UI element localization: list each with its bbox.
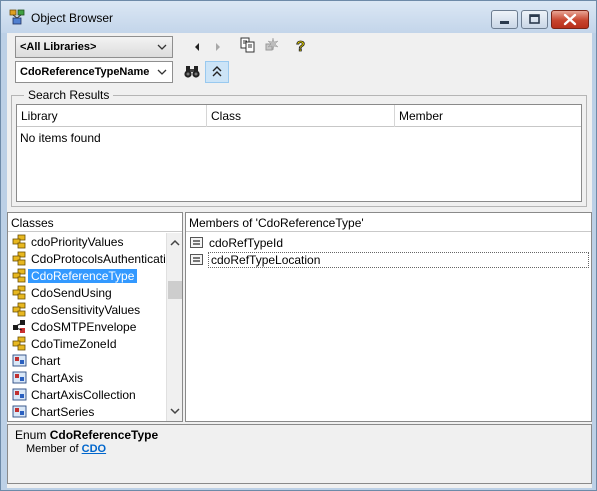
library-dropdown[interactable]: <All Libraries> (15, 36, 173, 58)
class-item-label: ChartAxisCollection (31, 388, 136, 402)
class-item[interactable]: CdoSMTPEnvelope (8, 318, 166, 335)
class-item[interactable]: CdoTimeZoneId (8, 335, 166, 352)
class-icon (12, 371, 27, 384)
enum-icon (12, 336, 26, 351)
maximize-button[interactable] (521, 10, 548, 29)
constant-icon (190, 237, 203, 248)
chevron-down-icon (157, 44, 167, 50)
class-item-label: CdoProtocolsAuthentication (31, 252, 166, 266)
class-item-label: CdoSendUsing (31, 286, 112, 300)
details-pane: Enum CdoReferenceType Member of CDO (7, 424, 592, 484)
column-header-member[interactable]: Member (395, 105, 581, 127)
column-header-library[interactable]: Library (17, 105, 207, 127)
maximize-icon (529, 14, 540, 24)
member-item-focused[interactable]: cdoRefTypeLocation (190, 251, 589, 268)
details-title: Enum CdoReferenceType (15, 428, 158, 442)
class-item-label: ChartAxis (31, 371, 84, 385)
class-item-label: Chart (31, 354, 61, 368)
constant-icon (190, 254, 203, 265)
class-item[interactable]: ChartAxis (8, 369, 166, 386)
enum-icon (12, 268, 26, 283)
minimize-icon (500, 21, 509, 24)
details-member-of-prefix: Member of (26, 443, 79, 455)
class-item-label: cdoSensitivityValues (31, 303, 141, 317)
enum-icon (12, 302, 26, 317)
search-results-group: Search Results Library Class Member No i… (11, 88, 587, 207)
scrollbar-thumb[interactable] (168, 281, 182, 299)
minimize-button[interactable] (491, 10, 518, 29)
details-name: CdoReferenceType (49, 428, 159, 442)
class-item[interactable]: CdoSendUsing (8, 284, 166, 301)
object-browser-window: Object Browser <All Libraries> ? CdoRefe… (0, 0, 597, 491)
details-kind: Enum (15, 428, 47, 442)
member-item[interactable]: cdoRefTypeId (190, 234, 283, 251)
library-dropdown-value: <All Libraries> (20, 41, 97, 53)
class-item[interactable]: ChartAxisCollection (8, 386, 166, 403)
enum-icon (12, 285, 26, 300)
class-icon (12, 388, 27, 401)
details-member-of-link[interactable]: CDO (82, 443, 106, 455)
search-binoculars-icon[interactable] (183, 63, 201, 81)
toggle-search-results-icon (212, 66, 222, 77)
classes-pane: Classes cdoPriorityValues CdoProtocolsAu… (7, 212, 183, 422)
search-results-list[interactable]: Library Class Member No items found (16, 104, 582, 202)
member-item-label: cdoRefTypeId (209, 236, 284, 250)
close-icon (563, 13, 577, 26)
search-text-value: CdoReferenceTypeName (20, 66, 150, 78)
members-pane: Members of 'CdoReferenceType' cdoRefType… (185, 212, 592, 422)
class-item-selected[interactable]: CdoReferenceType (8, 267, 166, 284)
class-item-label: ChartSeries (31, 405, 95, 419)
class-item[interactable]: Chart (8, 352, 166, 369)
column-header-class[interactable]: Class (207, 105, 395, 127)
class-icon (12, 354, 27, 367)
members-header: Members of 'CdoReferenceType' (186, 213, 591, 232)
title-bar[interactable]: Object Browser (1, 1, 596, 33)
window-title: Object Browser (31, 11, 114, 25)
help-icon[interactable]: ? (291, 36, 309, 54)
scroll-up-icon[interactable] (167, 235, 183, 251)
search-text-combo[interactable]: CdoReferenceTypeName (15, 61, 173, 83)
class-item[interactable]: cdoPriorityValues (8, 233, 166, 250)
search-results-header: Library Class Member (17, 105, 581, 127)
module-icon (13, 320, 25, 333)
svg-text:?: ? (296, 38, 305, 54)
back-arrow-icon[interactable] (189, 38, 207, 56)
chevron-down-icon (157, 69, 167, 75)
class-item[interactable]: ChartSeries (8, 403, 166, 420)
forward-arrow-icon[interactable] (209, 38, 227, 56)
classes-list[interactable]: cdoPriorityValues CdoProtocolsAuthentica… (8, 233, 166, 420)
class-item-label: CdoTimeZoneId (31, 337, 117, 351)
enum-icon (12, 251, 26, 266)
toggle-search-results-button[interactable] (205, 61, 229, 83)
view-definition-icon[interactable] (263, 36, 281, 54)
close-button[interactable] (551, 10, 589, 29)
class-item[interactable]: CdoProtocolsAuthentication (8, 250, 166, 267)
search-results-label: Search Results (24, 88, 114, 102)
classes-scrollbar[interactable] (166, 233, 182, 421)
no-items-message: No items found (20, 131, 101, 145)
member-item-label: cdoRefTypeLocation (208, 252, 589, 268)
class-item-label: CdoSMTPEnvelope (31, 320, 137, 334)
class-item[interactable]: cdoSensitivityValues (8, 301, 166, 318)
scroll-down-icon[interactable] (167, 403, 183, 419)
copy-icon[interactable] (239, 36, 257, 54)
classes-header: Classes (8, 213, 182, 232)
object-browser-app-icon (9, 9, 25, 25)
details-member-of: Member of CDO (26, 443, 106, 455)
class-item-label: CdoReferenceType (28, 269, 138, 283)
enum-icon (12, 234, 26, 249)
class-item-label: cdoPriorityValues (31, 235, 124, 249)
class-icon (12, 405, 27, 418)
client-area: <All Libraries> ? CdoReferenceTypeName S… (7, 33, 592, 488)
